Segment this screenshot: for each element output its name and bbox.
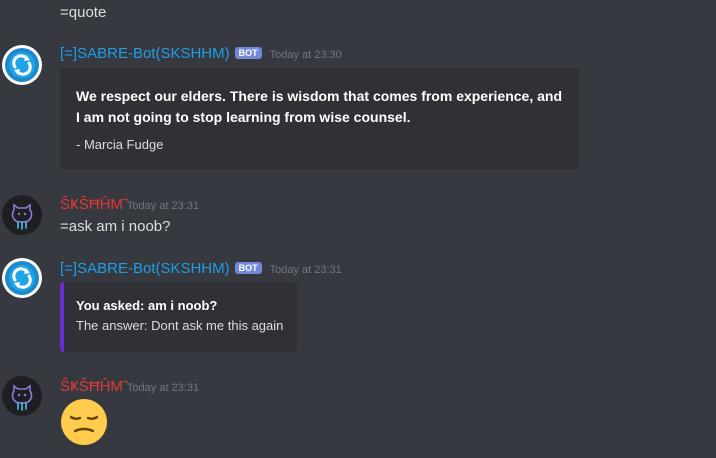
message-header-user-2: ŜҜŜĦĤМ̃ Today at 23:31 bbox=[60, 378, 199, 395]
username-bot[interactable]: [=]SABRE-Bot(SKSHHM) bbox=[60, 45, 230, 62]
user-avatar[interactable] bbox=[2, 195, 42, 235]
message-timestamp[interactable]: Today at 23:31 bbox=[127, 382, 199, 394]
quote-author: - Marcia Fudge bbox=[76, 137, 164, 152]
message-text-quote-command: =quote bbox=[60, 4, 107, 21]
unamused-face-icon bbox=[61, 399, 107, 445]
bot-avatar[interactable] bbox=[2, 258, 42, 298]
quote-text: We respect our elders. There is wisdom t… bbox=[76, 88, 563, 125]
user-avatar[interactable] bbox=[2, 376, 42, 416]
username-user[interactable]: ŜҜŜĦĤМ̃ bbox=[60, 378, 123, 395]
bot-badge: BOT bbox=[234, 262, 262, 274]
message-timestamp[interactable]: Today at 23:30 bbox=[270, 49, 342, 61]
username-bot[interactable]: [=]SABRE-Bot(SKSHHM) bbox=[60, 260, 230, 277]
bot-avatar[interactable] bbox=[2, 45, 42, 85]
ask-question: You asked: am i noob? bbox=[76, 298, 218, 313]
unamused-face-emoji bbox=[60, 398, 108, 451]
message-header-bot-2: [=]SABRE-Bot(SKSHHM) BOT Today at 23:31 bbox=[60, 260, 342, 277]
quote-embed: We respect our elders. There is wisdom t… bbox=[60, 68, 579, 169]
ask-answer: The answer: Dont ask me this again bbox=[76, 318, 284, 333]
username-user[interactable]: ŜҜŜĦĤМ̃ bbox=[60, 196, 123, 213]
message-timestamp[interactable]: Today at 23:31 bbox=[270, 264, 342, 276]
message-timestamp[interactable]: Today at 23:31 bbox=[127, 200, 199, 212]
message-header-user-1: ŜҜŜĦĤМ̃ Today at 23:31 bbox=[60, 196, 199, 213]
bot-badge: BOT bbox=[234, 47, 262, 59]
octocat-avatar-icon bbox=[11, 203, 33, 230]
octocat-avatar-icon bbox=[11, 384, 33, 411]
ask-embed: You asked: am i noob? The answer: Dont a… bbox=[60, 282, 297, 352]
bot-refresh-avatar-icon bbox=[5, 48, 39, 82]
message-header-bot-1: [=]SABRE-Bot(SKSHHM) BOT Today at 23:30 bbox=[60, 45, 342, 62]
chat-log: =quote [=]SABRE-Bot(SKSHHM) BOT Today at… bbox=[0, 0, 716, 458]
message-text-ask-command: =ask am i noob? bbox=[60, 218, 171, 235]
bot-refresh-avatar-icon bbox=[5, 261, 39, 295]
